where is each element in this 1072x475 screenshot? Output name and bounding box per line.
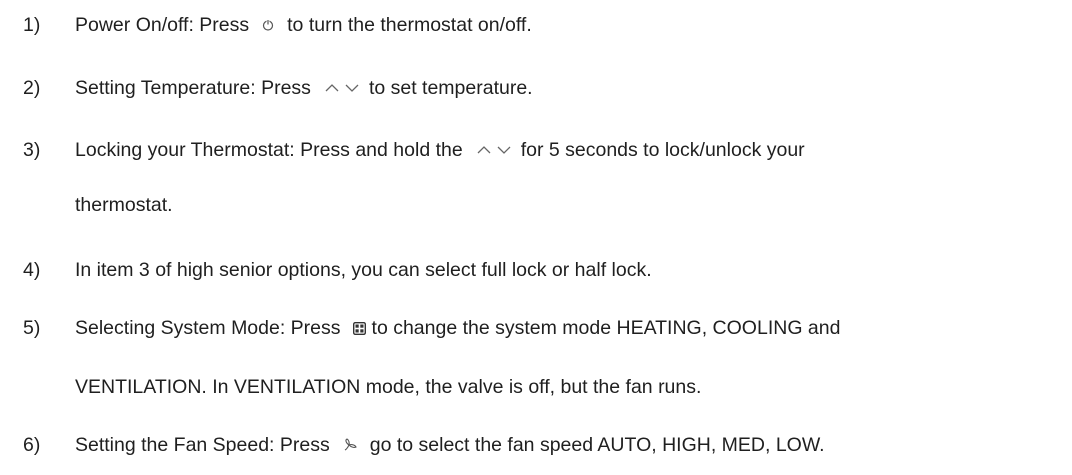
item-number: 5)	[23, 316, 41, 339]
item-text: Power On/off: Press to turn the thermost…	[75, 14, 532, 37]
up-down-arrows-icon	[475, 143, 515, 157]
item-text: Locking your Thermostat: Press and hold …	[75, 139, 805, 162]
instruction-list: 1) Power On/off: Press to turn the therm…	[0, 0, 1072, 475]
item-text-after: go to select the fan speed AUTO, HIGH, M…	[369, 433, 825, 456]
power-icon	[261, 18, 275, 32]
item-text: Setting Temperature: Press to set temper…	[75, 77, 533, 100]
item-text-before: Locking your Thermostat: Press and hold …	[75, 138, 463, 161]
item-text-after: to turn the thermostat on/off.	[287, 13, 532, 36]
item-number: 2)	[23, 76, 41, 99]
item-text-after: to set temperature.	[368, 76, 533, 99]
fan-icon	[342, 438, 358, 452]
item-text-continuation: VENTILATION. In VENTILATION mode, the va…	[75, 375, 702, 398]
item-text-before: Selecting System Mode: Press	[75, 316, 341, 339]
item-text-before: Setting Temperature: Press	[75, 76, 311, 99]
item-text-before: Power On/off: Press	[75, 13, 250, 36]
item-text: Setting the Fan Speed: Press go to selec…	[75, 434, 825, 457]
item-text-after: to change the system mode HEATING, COOLI…	[371, 316, 841, 339]
item-number: 3)	[23, 138, 41, 161]
item-number: 4)	[23, 258, 41, 281]
item-text: In item 3 of high senior options, you ca…	[75, 258, 652, 281]
mode-grid-icon	[352, 321, 366, 335]
up-down-arrows-icon	[323, 81, 363, 95]
item-text-before: Setting the Fan Speed: Press	[75, 433, 330, 456]
item-number: 1)	[23, 13, 41, 36]
item-text-after: for 5 seconds to lock/unlock your	[520, 138, 805, 161]
item-text: Selecting System Mode: Press to change t…	[75, 317, 840, 340]
item-number: 6)	[23, 433, 41, 456]
item-text-continuation: thermostat.	[75, 193, 173, 216]
